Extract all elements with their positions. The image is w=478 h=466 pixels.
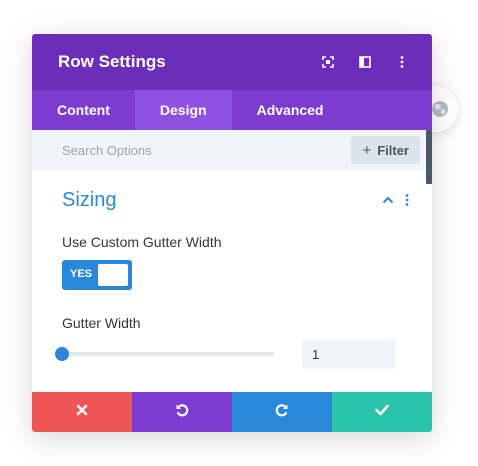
- row-settings-modal: Row Settings Content Design Advanced Sea…: [32, 34, 432, 432]
- slider-thumb[interactable]: [55, 347, 69, 361]
- custom-gutter-toggle[interactable]: YES: [62, 260, 132, 290]
- tab-advanced[interactable]: Advanced: [232, 90, 349, 130]
- filter-button[interactable]: + Filter: [351, 136, 420, 164]
- search-bar: + Filter: [32, 130, 432, 170]
- settings-body: Sizing Use Custom Gutter Width YES Gutte…: [32, 170, 432, 392]
- gutter-width-input[interactable]: [302, 339, 395, 369]
- tab-bar: Content Design Advanced: [32, 90, 432, 130]
- sidebar-dock-icon[interactable]: [355, 52, 375, 72]
- modal-title: Row Settings: [58, 52, 166, 71]
- save-button[interactable]: [332, 392, 432, 432]
- chevron-up-icon[interactable]: [380, 192, 396, 208]
- section-title: Sizing: [62, 188, 117, 211]
- redo-icon: [275, 403, 289, 422]
- custom-gutter-label: Use Custom Gutter Width: [62, 234, 222, 250]
- gutter-width-slider[interactable]: [55, 347, 274, 361]
- globe-icon: [432, 101, 448, 117]
- filter-label: Filter: [377, 142, 409, 158]
- modal-header: Row Settings: [32, 34, 432, 90]
- undo-icon: [175, 403, 189, 422]
- fullscreen-icon[interactable]: [318, 52, 338, 72]
- search-input[interactable]: [62, 142, 352, 158]
- modal-footer: [32, 392, 432, 432]
- redo-button[interactable]: [232, 392, 332, 432]
- toggle-state-text: YES: [70, 268, 93, 280]
- undo-button[interactable]: [132, 392, 232, 432]
- plus-icon: +: [362, 141, 372, 159]
- close-icon: [76, 403, 88, 421]
- gutter-width-label: Gutter Width: [62, 315, 141, 331]
- tab-design[interactable]: Design: [134, 90, 232, 130]
- more-vertical-icon[interactable]: [392, 52, 412, 72]
- discard-button[interactable]: [32, 392, 132, 432]
- section-header[interactable]: Sizing: [32, 170, 432, 213]
- toggle-knob: [98, 264, 128, 286]
- stage: Row Settings Content Design Advanced Sea…: [0, 0, 478, 466]
- section-more-icon[interactable]: [402, 192, 412, 208]
- gutter-width-control: [32, 339, 432, 369]
- tab-content[interactable]: Content: [32, 90, 135, 130]
- check-icon: [375, 403, 389, 421]
